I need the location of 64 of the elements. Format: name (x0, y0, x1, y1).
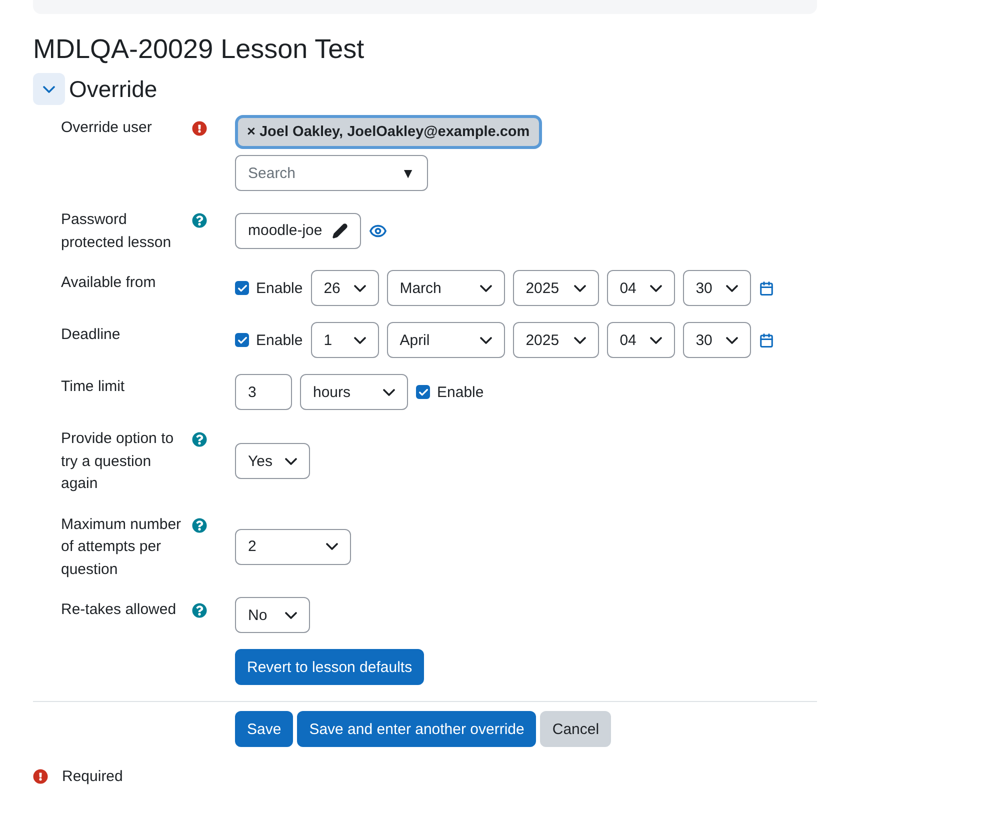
page-title: MDLQA-20029 Lesson Test (33, 33, 366, 66)
chevron-down-icon (383, 388, 395, 396)
required-icon (33, 769, 48, 784)
select-field[interactable]: No (235, 597, 310, 634)
chevron-down-icon (480, 336, 492, 344)
help-icon[interactable] (192, 518, 207, 533)
field-label: Re-takes allowed (61, 600, 178, 620)
password-field[interactable]: moodle-joe (235, 212, 362, 249)
field-label: Time limit (61, 377, 126, 398)
date-select[interactable]: 2025 (512, 322, 599, 358)
date-select[interactable]: 04 (606, 322, 675, 358)
select-field[interactable]: 2 (235, 528, 351, 565)
date-select[interactable]: 30 (682, 322, 751, 358)
checkbox-label: Enable (437, 384, 484, 401)
help-icon[interactable] (192, 432, 207, 448)
required-note: Required (62, 768, 123, 786)
field-label: Password protected lesson (61, 210, 172, 253)
section-title: Override (69, 76, 158, 103)
chevron-down-icon (43, 86, 55, 93)
date-select[interactable]: March (386, 270, 505, 306)
checkbox-label: Enable (256, 332, 303, 349)
checkbox-label: Enable (256, 280, 303, 297)
number-field[interactable]: 3 (235, 374, 292, 410)
form-button[interactable]: Save (235, 711, 294, 748)
checkbox[interactable] (235, 281, 249, 296)
dropdown-arrow: ▼ (401, 165, 415, 182)
chevron-down-icon (650, 284, 662, 292)
checkbox[interactable] (235, 333, 249, 348)
collapse-toggle[interactable] (33, 73, 65, 106)
chevron-down-icon (326, 543, 338, 550)
selected-user-tag[interactable]: × Joel Oakley, JoelOakley@example.com (235, 115, 542, 150)
field-label: Provide option to try a question again (61, 429, 175, 494)
checkbox[interactable] (416, 385, 430, 400)
chevron-down-icon (285, 458, 297, 465)
date-select[interactable]: 04 (606, 270, 675, 306)
field-label: Maximum number of attempts per question (61, 514, 182, 580)
field-label: Deadline (61, 325, 122, 346)
field-label: Override user (61, 118, 153, 138)
chevron-down-icon (480, 284, 492, 292)
date-select[interactable]: 1 (310, 322, 379, 358)
chevron-down-icon (354, 284, 366, 292)
field-label: Available from (61, 273, 157, 294)
date-select[interactable]: 30 (682, 270, 751, 306)
revert-button[interactable]: Revert to lesson defaults (235, 649, 424, 686)
chevron-down-icon (354, 336, 366, 344)
form-button[interactable]: Cancel (540, 711, 612, 748)
chevron-down-icon (574, 336, 586, 344)
chevron-down-icon (285, 612, 297, 619)
date-select[interactable]: 26 (310, 270, 379, 306)
pencil-icon (332, 222, 348, 239)
select-field[interactable]: Yes (235, 443, 310, 480)
chevron-down-icon (726, 336, 738, 344)
calendar-icon[interactable] (758, 280, 774, 296)
unit-select[interactable]: hours (300, 374, 408, 410)
calendar-icon[interactable] (758, 332, 774, 348)
help-icon[interactable] (192, 603, 207, 618)
help-icon[interactable] (192, 213, 207, 228)
date-select[interactable]: 2025 (512, 270, 599, 306)
chevron-down-icon (574, 284, 586, 292)
chevron-down-icon (650, 336, 662, 344)
search-field[interactable]: Search ▼ (235, 155, 428, 192)
form-button[interactable]: Save and enter another override (297, 711, 536, 748)
date-select[interactable]: April (386, 322, 505, 358)
chevron-down-icon (726, 284, 738, 292)
